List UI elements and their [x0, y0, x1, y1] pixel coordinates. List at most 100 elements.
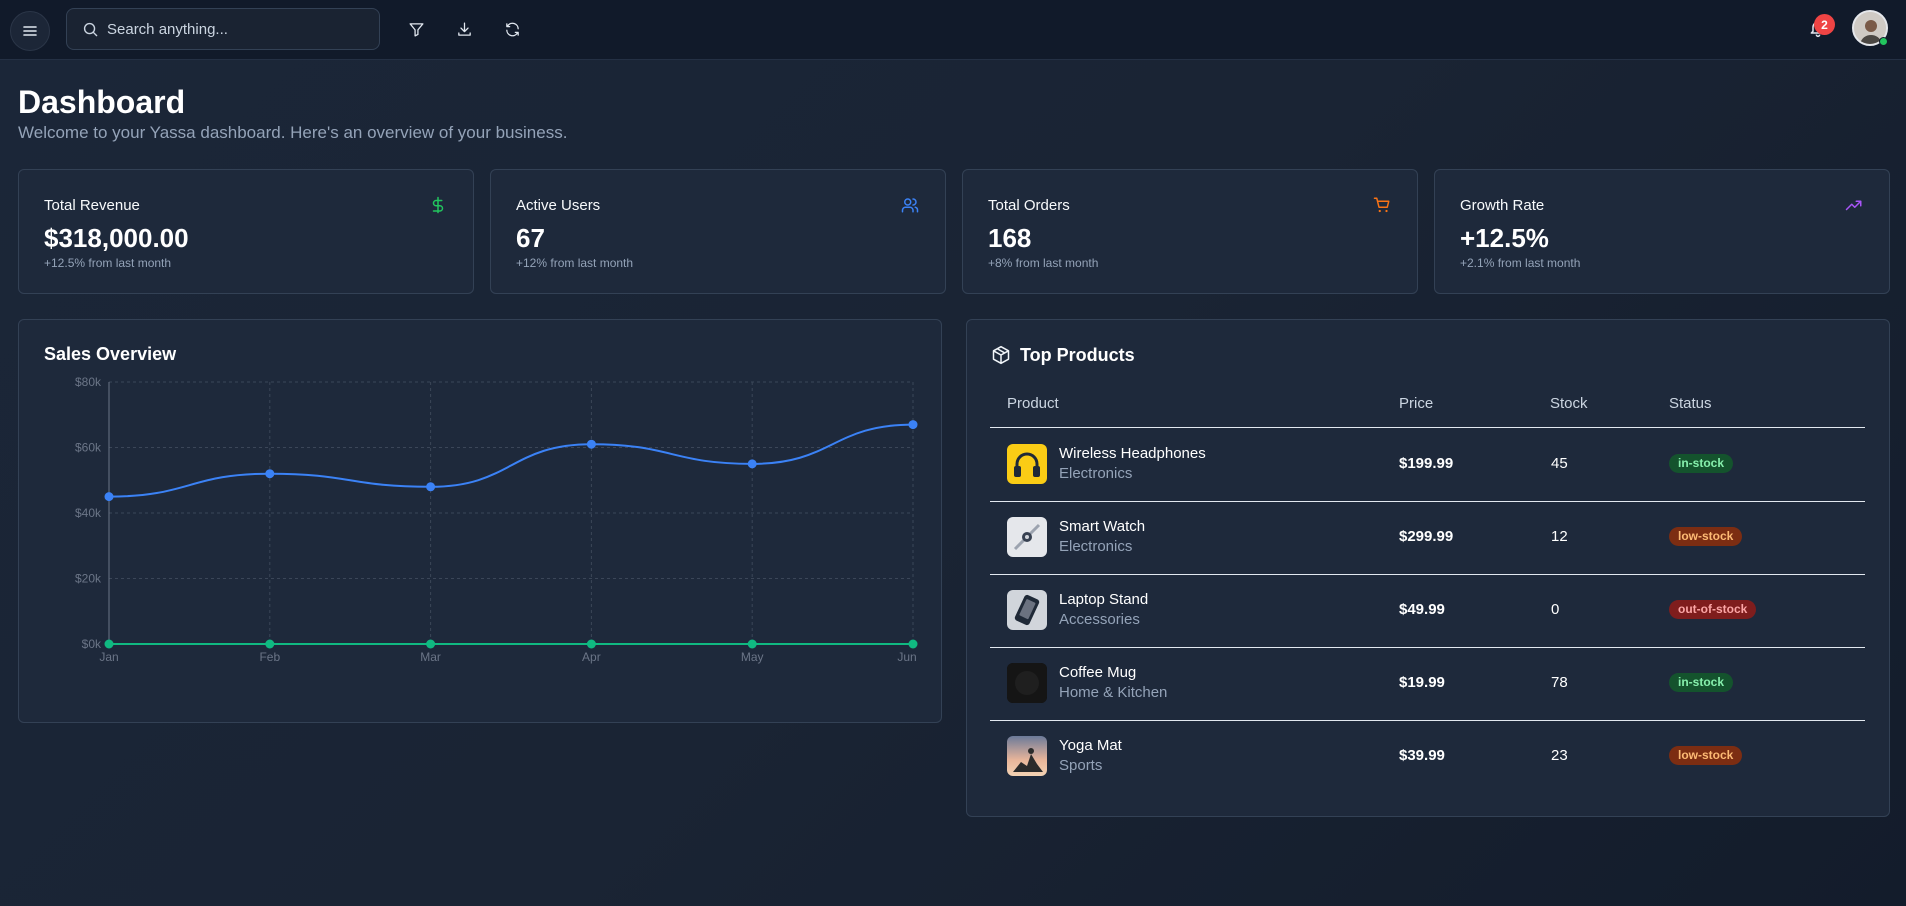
series-line	[108, 423, 914, 498]
column-header-status: Status	[1669, 395, 1712, 412]
stat-card-users: Active Users 67 +12% from last month	[490, 169, 946, 294]
stat-value: +12.5%	[1460, 223, 1549, 253]
product-name: Coffee Mug	[1059, 664, 1137, 681]
product-category: Accessories	[1059, 611, 1140, 628]
yoga-icon	[1007, 736, 1047, 776]
stat-title: Total Orders	[988, 197, 1070, 214]
product-stock: 78	[1551, 674, 1568, 691]
product-stock: 23	[1551, 747, 1568, 764]
data-point	[586, 439, 596, 449]
top-bar: 2	[0, 0, 1906, 60]
refresh-icon	[505, 22, 519, 36]
product-name: Laptop Stand	[1059, 591, 1149, 608]
page-title: Dashboard	[18, 84, 186, 120]
y-tick-label: $60k	[75, 441, 102, 455]
x-tick-label: Apr	[582, 650, 601, 664]
stat-change: +12% from last month	[516, 256, 634, 270]
search-icon	[83, 22, 98, 37]
stat-title: Growth Rate	[1460, 197, 1545, 214]
refresh-button[interactable]	[500, 17, 524, 41]
data-point	[586, 639, 596, 649]
y-tick-label: $20k	[75, 572, 102, 586]
headphones-icon	[1014, 452, 1040, 477]
users-icon	[901, 198, 919, 213]
stat-card-growth: Growth Rate +12.5% +2.1% from last month	[1434, 169, 1890, 294]
table-row[interactable]: Yoga Mat Sports $39.99 23 low-stock	[990, 720, 1865, 793]
product-name: Smart Watch	[1059, 518, 1146, 535]
x-tick-label: Jan	[99, 650, 118, 664]
menu-icon	[23, 26, 37, 36]
product-thumbnail	[1007, 517, 1047, 557]
stat-change: +2.1% from last month	[1460, 256, 1581, 270]
table-row[interactable]: Coffee Mug Home & Kitchen $19.99 78 in-s…	[990, 647, 1865, 720]
data-point	[104, 492, 114, 502]
stat-title: Active Users	[516, 197, 601, 214]
product-stock: 0	[1551, 601, 1560, 618]
product-price: $39.99	[1399, 747, 1445, 764]
status-badge: low-stock	[1669, 527, 1743, 546]
sales-chart: $0k $20k $40k $60k $80k Jan Feb Mar Apr May Jun	[75, 376, 918, 664]
stat-value: $318,000.00	[44, 223, 189, 253]
package-icon	[992, 345, 1010, 365]
table-row[interactable]: Laptop Stand Accessories $49.99 0 out-of…	[990, 574, 1865, 647]
x-tick-label: May	[741, 650, 764, 664]
product-category: Electronics	[1059, 465, 1133, 482]
table-row[interactable]: Smart Watch Electronics $299.99 12 low-s…	[990, 501, 1865, 574]
table-row[interactable]: Wireless Headphones Electronics $199.99 …	[990, 428, 1865, 501]
y-tick-label: $0k	[82, 637, 102, 651]
sales-overview-title: Sales Overview	[44, 344, 177, 364]
sales-overview-panel: Sales Overview $0k $20k $40k $60k $80k Jan Feb…	[18, 319, 942, 723]
menu-button[interactable]	[10, 11, 50, 51]
column-header-product: Product	[1007, 395, 1059, 412]
search-input[interactable]	[107, 9, 367, 49]
mug-icon	[1007, 663, 1047, 703]
status-badge: in-stock	[1669, 673, 1734, 692]
product-thumbnail	[1007, 663, 1047, 703]
data-point	[426, 482, 436, 492]
product-category: Home & Kitchen	[1059, 684, 1168, 701]
filter-button[interactable]	[404, 17, 428, 41]
status-badge: out-of-stock	[1669, 600, 1757, 619]
status-badge: low-stock	[1669, 746, 1743, 765]
product-category: Sports	[1059, 757, 1103, 774]
product-stock: 45	[1551, 455, 1568, 472]
top-products-title: Top Products	[1020, 345, 1135, 365]
stat-title: Total Revenue	[44, 197, 140, 214]
stat-change: +12.5% from last month	[44, 256, 172, 270]
laptop-stand-icon	[1014, 594, 1040, 626]
product-price: $19.99	[1399, 674, 1445, 691]
notification-badge: 2	[1814, 14, 1835, 35]
search-box[interactable]	[66, 8, 380, 50]
column-header-price: Price	[1399, 395, 1434, 412]
filter-icon	[408, 22, 424, 37]
product-name: Yoga Mat	[1059, 737, 1122, 754]
product-stock: 12	[1551, 528, 1568, 545]
dollar-icon	[432, 196, 444, 214]
column-header-stock: Stock	[1550, 395, 1588, 412]
stat-change: +8% from last month	[988, 256, 1099, 270]
data-point	[426, 639, 436, 649]
status-badge: in-stock	[1669, 454, 1734, 473]
stat-value: 67	[516, 223, 545, 253]
watch-icon	[1013, 523, 1041, 551]
trending-up-icon	[1845, 200, 1862, 211]
stat-card-revenue: Total Revenue $318,000.00 +12.5% from la…	[18, 169, 474, 294]
product-name: Wireless Headphones	[1059, 445, 1206, 462]
x-tick-label: Jun	[897, 650, 916, 664]
data-point	[104, 639, 114, 649]
stat-value: 168	[988, 223, 1032, 253]
product-price: $299.99	[1399, 528, 1454, 545]
data-point	[265, 639, 275, 649]
y-tick-label: $80k	[75, 376, 102, 389]
cart-icon	[1373, 197, 1390, 213]
product-price: $199.99	[1399, 455, 1454, 472]
data-point	[265, 469, 275, 479]
data-point	[747, 459, 757, 469]
product-category: Electronics	[1059, 538, 1133, 555]
page-subtitle: Welcome to your Yassa dashboard. Here's …	[18, 123, 568, 142]
download-icon	[457, 21, 471, 36]
product-thumbnail	[1007, 590, 1047, 630]
download-button[interactable]	[452, 17, 476, 41]
data-point	[908, 639, 918, 649]
product-price: $49.99	[1399, 601, 1445, 618]
